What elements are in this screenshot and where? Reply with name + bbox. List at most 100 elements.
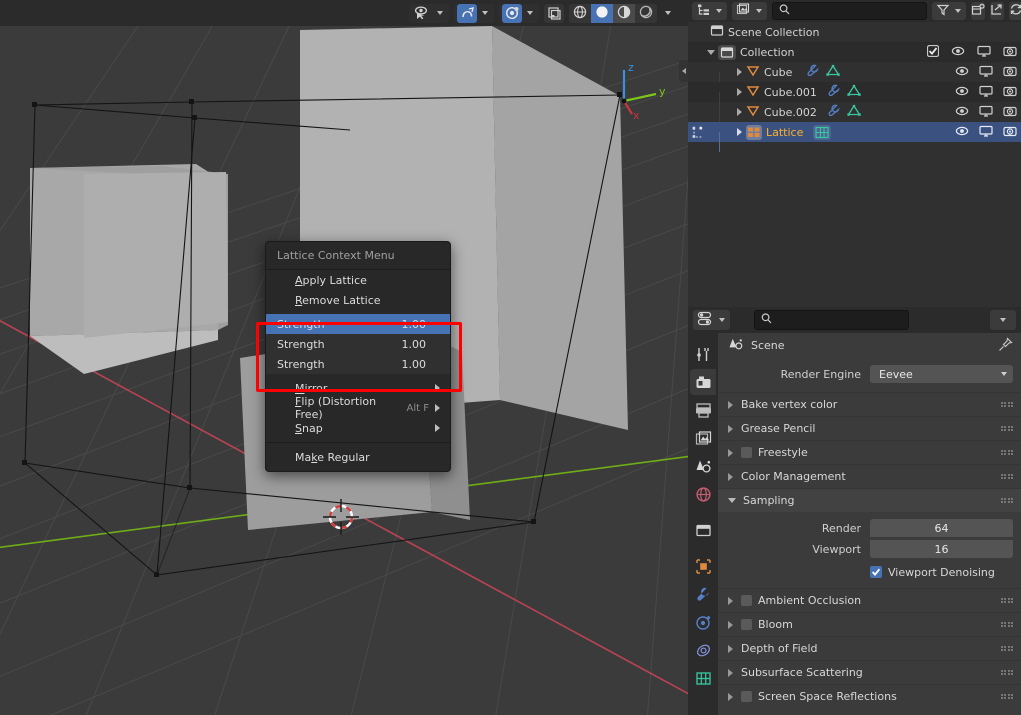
camera-icon[interactable] <box>1003 125 1017 140</box>
tab-render[interactable] <box>690 369 716 395</box>
outliner-row-controls[interactable] <box>955 102 1017 122</box>
menu-item-flip-distortion-free[interactable]: Flip (Distortion Free) Alt F <box>266 395 450 421</box>
snap-button[interactable] <box>454 3 494 23</box>
viewport-collapse-button[interactable] <box>679 60 688 82</box>
outliner-row-collection[interactable]: Collection <box>688 42 1021 62</box>
outliner-row-lattice[interactable]: Lattice <box>688 122 1021 152</box>
panel-grease-pencil[interactable]: Grease Pencil <box>718 416 1021 440</box>
render-engine-row[interactable]: Render Engine Eevee <box>718 364 1013 384</box>
collection-checkbox[interactable] <box>926 44 940 60</box>
menu-item-make-regular[interactable]: Make Regular <box>266 447 450 467</box>
eye-icon[interactable] <box>955 105 969 120</box>
tab-modifiers[interactable] <box>690 581 716 607</box>
chevron-down-icon[interactable] <box>1000 318 1006 322</box>
chevron-down-icon[interactable] <box>719 318 725 322</box>
eye-icon[interactable] <box>955 125 969 140</box>
bloom-checkbox[interactable] <box>741 619 752 630</box>
outliner-row-cube-001[interactable]: Cube.001 <box>688 82 1021 112</box>
panel-bake-vertex-color[interactable]: Bake vertex color <box>718 392 1021 416</box>
tab-scene[interactable] <box>690 453 716 479</box>
outliner-row-controls[interactable] <box>926 42 1017 62</box>
lattice-data-icon[interactable] <box>813 124 832 140</box>
shading-material-preview-button[interactable] <box>613 3 635 23</box>
shading-options-chevron-icon[interactable] <box>665 11 671 15</box>
camera-icon[interactable] <box>1003 65 1017 80</box>
eye-icon[interactable] <box>955 65 969 80</box>
menu-prop-strength-3[interactable]: Strength 1.00 <box>266 354 450 374</box>
outliner-restore-view-button[interactable] <box>990 2 1004 20</box>
outliner-refresh-button[interactable] <box>1009 2 1021 20</box>
toggle-xray-button[interactable] <box>544 3 564 23</box>
disclosure-triangle-collection[interactable] <box>704 42 718 62</box>
properties-panel-column[interactable]: Scene Render Engine Eevee Bake vertex co… <box>718 333 1021 715</box>
outliner-editor[interactable]: Scene Collection Collection Cube Cube.00… <box>688 0 1021 307</box>
sampling-panel-body[interactable]: Render 64 Viewport 16 Viewport Denoising <box>718 512 1021 588</box>
outliner-row-cube[interactable]: Cube <box>688 62 1021 92</box>
panel-subsurface-scattering[interactable]: Subsurface Scattering <box>718 660 1021 684</box>
disclosure-triangle-cube[interactable] <box>732 62 746 82</box>
properties-options-button[interactable] <box>990 310 1016 330</box>
outliner-display-mode-button[interactable] <box>732 2 767 20</box>
tab-tool[interactable] <box>690 341 716 367</box>
eye-icon[interactable] <box>951 45 965 60</box>
lattice-context-menu[interactable]: Lattice Context Menu AApply Latticepply … <box>265 241 451 472</box>
panel-ambient-occlusion[interactable]: Ambient Occlusion <box>718 588 1021 612</box>
disclosure-triangle-lattice[interactable] <box>732 122 746 142</box>
properties-search-input[interactable] <box>777 314 902 326</box>
properties-body[interactable]: Scene Render Engine Eevee Bake vertex co… <box>688 333 1021 715</box>
outliner-row-controls[interactable] <box>955 122 1017 142</box>
sampling-viewport-row[interactable]: Viewport 16 <box>718 539 1013 559</box>
axis-gizmo[interactable]: z y x <box>604 58 674 128</box>
eye-icon[interactable] <box>955 85 969 100</box>
panel-color-management[interactable]: Color Management <box>718 464 1021 488</box>
camera-icon[interactable] <box>1003 105 1017 120</box>
chevron-down-icon[interactable] <box>955 9 961 13</box>
menu-prop-strength-2[interactable]: Strength 1.00 <box>266 334 450 354</box>
shading-wireframe-button[interactable] <box>569 3 591 23</box>
3d-viewport[interactable]: z y x Lattice Context Menu AApply Lattic… <box>0 0 688 715</box>
tab-physics[interactable] <box>690 609 716 635</box>
sampling-render-input[interactable]: 64 <box>870 519 1013 537</box>
mesh-data-icon[interactable] <box>826 64 841 80</box>
tab-output[interactable] <box>690 397 716 423</box>
monitor-icon[interactable] <box>979 125 993 140</box>
outliner-editor-type-button[interactable] <box>692 2 727 20</box>
camera-icon[interactable] <box>1003 45 1017 60</box>
monitor-icon[interactable] <box>979 85 993 100</box>
outliner-row-controls[interactable] <box>955 82 1017 102</box>
outliner-header[interactable] <box>688 0 1021 22</box>
outliner-rows[interactable]: Scene Collection Collection Cube Cube.00… <box>688 22 1021 152</box>
panel-freestyle[interactable]: Freestyle <box>718 440 1021 464</box>
menu-prop-strength-1[interactable]: Strength 1.00 <box>266 314 450 334</box>
properties-editor[interactable]: Scene Render Engine Eevee Bake vertex co… <box>688 307 1021 715</box>
menu-item-apply-lattice[interactable]: AApply Latticepply Lattice <box>266 270 450 290</box>
proportional-editing-button[interactable] <box>499 3 539 23</box>
snap-magnet-icon[interactable] <box>457 3 477 23</box>
disclosure-triangle-cube-002[interactable] <box>732 102 746 122</box>
viewport-denoising-row[interactable]: Viewport Denoising <box>718 562 1021 582</box>
properties-tab-column[interactable] <box>688 333 718 715</box>
tab-view-layer[interactable] <box>690 425 716 451</box>
monitor-icon[interactable] <box>979 65 993 80</box>
modifier-wrench-icon[interactable] <box>827 84 841 100</box>
ambient-occlusion-checkbox[interactable] <box>741 595 752 606</box>
shading-modes-group[interactable] <box>569 3 657 23</box>
chevron-down-icon[interactable] <box>716 9 722 13</box>
tab-constraints[interactable] <box>690 637 716 663</box>
outliner-row-controls[interactable] <box>955 62 1017 82</box>
tab-data[interactable] <box>690 665 716 691</box>
panel-bloom[interactable]: Bloom <box>718 612 1021 636</box>
monitor-icon[interactable] <box>977 45 991 60</box>
viewport-visibility-button[interactable] <box>409 3 449 23</box>
toggle-xray-icon[interactable] <box>544 4 564 23</box>
modifier-wrench-icon[interactable] <box>806 64 820 80</box>
freestyle-checkbox[interactable] <box>741 447 752 458</box>
sampling-viewport-input[interactable]: 16 <box>870 540 1013 558</box>
chevron-down-icon[interactable] <box>437 11 443 15</box>
shading-solid-button[interactable] <box>591 3 613 23</box>
outliner-search-box[interactable] <box>772 2 927 20</box>
outliner-new-collection-button[interactable] <box>971 2 985 20</box>
panel-depth-of-field[interactable]: Depth of Field <box>718 636 1021 660</box>
chevron-down-icon[interactable] <box>527 11 533 15</box>
disclosure-triangle-cube-001[interactable] <box>732 82 746 102</box>
